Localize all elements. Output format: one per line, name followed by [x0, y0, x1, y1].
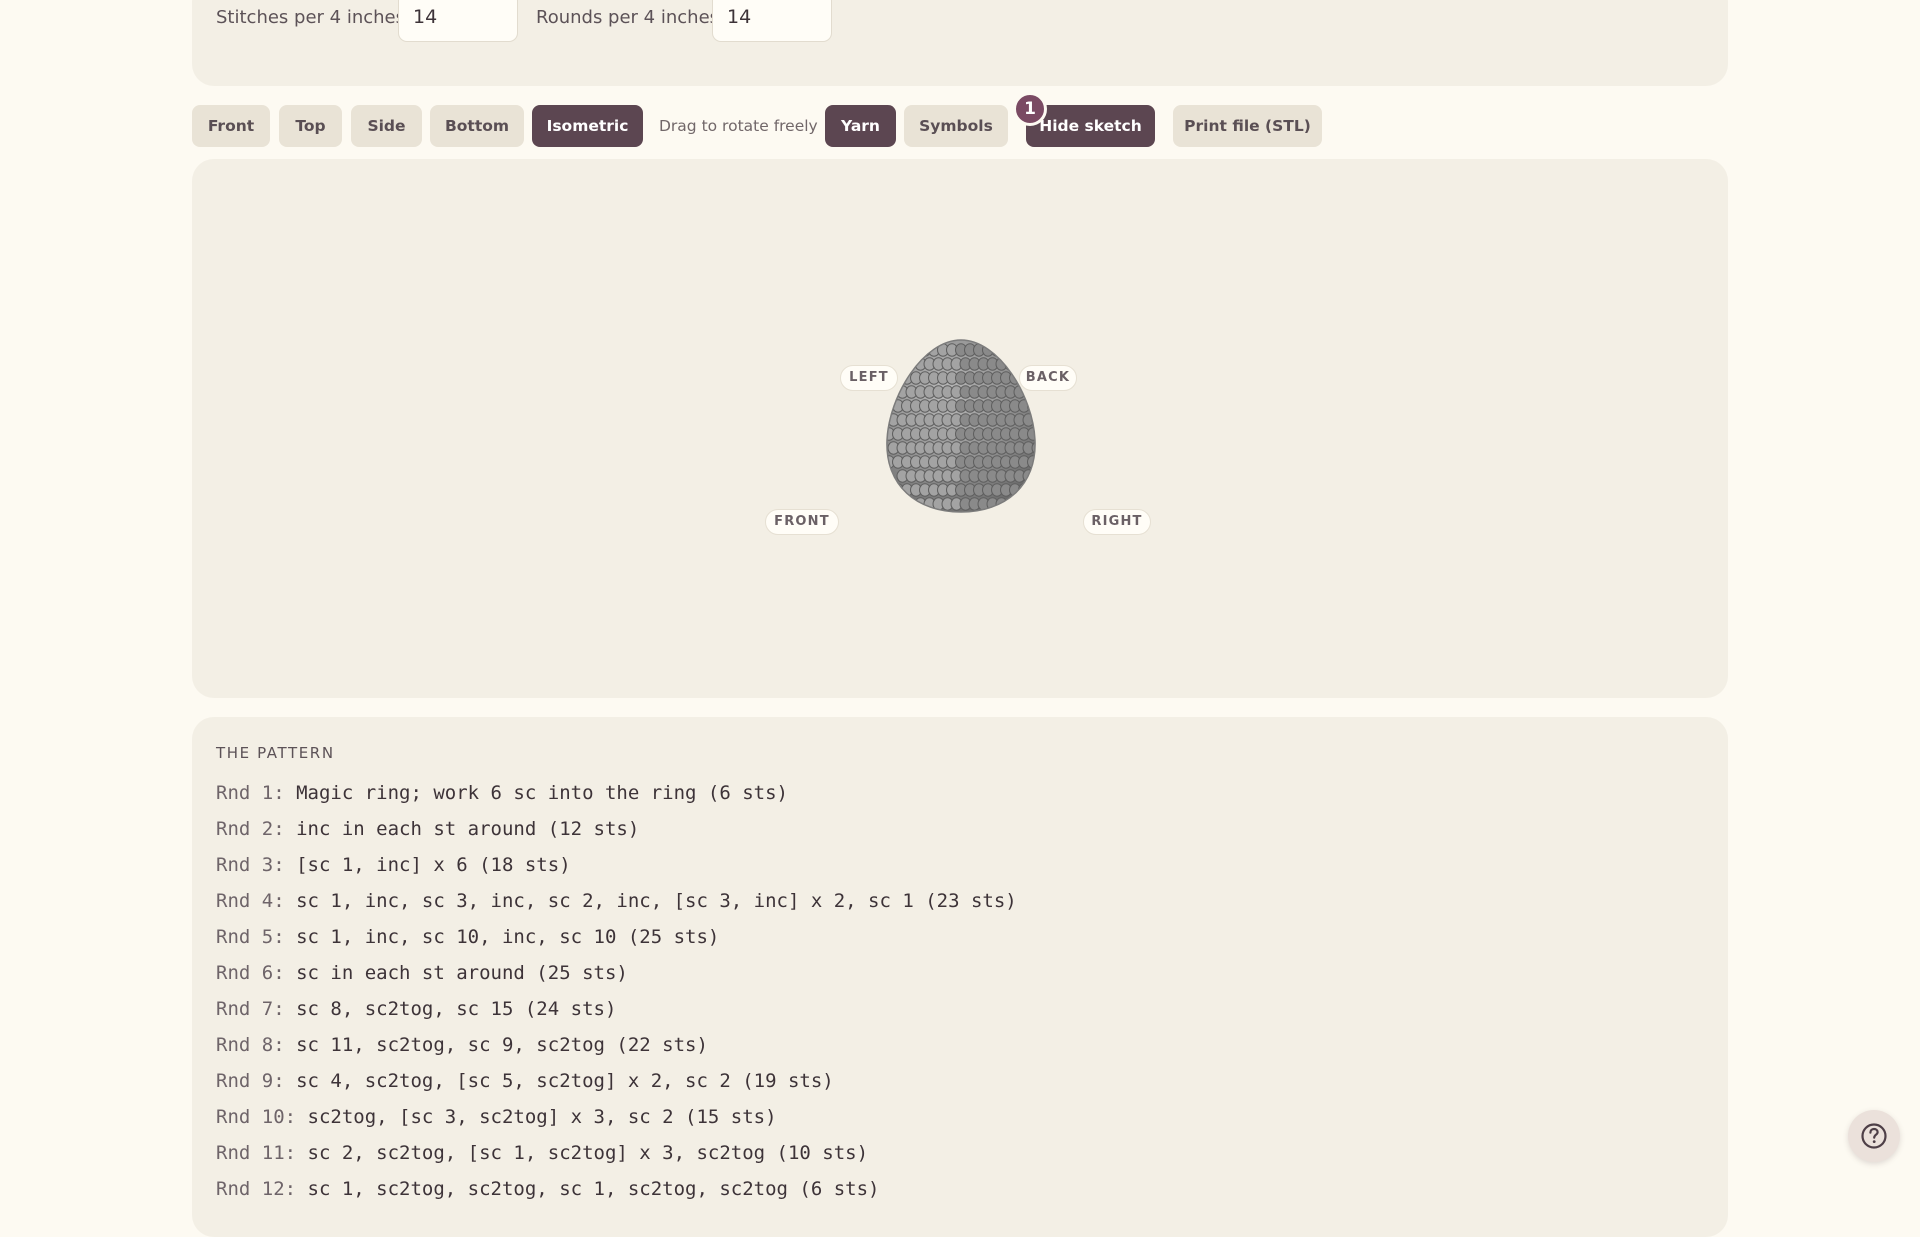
rounds-per-4in-label: Rounds per 4 inches [536, 7, 720, 28]
stitch-bump [995, 497, 1008, 511]
round-instruction: [sc 1, inc] x 6 (18 sts) [296, 854, 571, 876]
stitch-bump [995, 357, 1008, 371]
rounds-per-4in-input[interactable] [712, 0, 832, 42]
hide-sketch-count-badge: 1 [1013, 92, 1047, 126]
pattern-round-row: Rnd 11: sc 2, sc2tog, [sc 1, sc2tog] x 3… [216, 1139, 1017, 1175]
round-instruction: sc 2, sc2tog, [sc 1, sc2tog] x 3, sc2tog… [307, 1142, 869, 1164]
model-viewport[interactable]: LEFT BACK FRONT RIGHT [192, 159, 1728, 698]
round-label: Rnd 5: [216, 926, 285, 948]
round-instruction: sc 4, sc2tog, [sc 5, sc2tog] x 2, sc 2 (… [296, 1070, 834, 1092]
pattern-round-row: Rnd 9: sc 4, sc2tog, [sc 5, sc2tog] x 2,… [216, 1067, 1017, 1103]
pattern-round-row: Rnd 5: sc 1, inc, sc 10, inc, sc 10 (25 … [216, 923, 1017, 959]
stitches-per-4in-input[interactable] [398, 0, 518, 42]
symbols-toggle-button[interactable]: Symbols [904, 105, 1008, 147]
pattern-round-row: Rnd 3: [sc 1, inc] x 6 (18 sts) [216, 851, 1017, 887]
round-label: Rnd 8: [216, 1034, 285, 1056]
help-button[interactable] [1848, 1110, 1900, 1162]
stitch-bump [1018, 371, 1030, 385]
print-stl-button[interactable]: Print file (STL) [1173, 105, 1322, 147]
pattern-panel: THE PATTERN Rnd 1: Magic ring; work 6 sc… [192, 717, 1728, 1237]
pattern-round-row: Rnd 7: sc 8, sc2tog, sc 15 (24 sts) [216, 995, 1017, 1031]
round-instruction: sc 1, sc2tog, sc2tog, sc 1, sc2tog, sc2t… [307, 1178, 880, 1200]
stitch-bump [919, 343, 931, 357]
pattern-round-row: Rnd 8: sc 11, sc2tog, sc 9, sc2tog (22 s… [216, 1031, 1017, 1067]
round-instruction: sc 11, sc2tog, sc 9, sc2tog (22 sts) [296, 1034, 708, 1056]
pattern-round-row: Rnd 10: sc2tog, [sc 3, sc2tog] x 3, sc 2… [216, 1103, 1017, 1139]
pattern-round-row: Rnd 4: sc 1, inc, sc 3, inc, sc 2, inc, … [216, 887, 1017, 923]
stitch-bump [991, 343, 1003, 357]
rotate-hint: Drag to rotate freely [659, 117, 818, 135]
pattern-round-row: Rnd 6: sc in each st around (25 sts) [216, 959, 1017, 995]
stitch-bump [1018, 483, 1030, 497]
crochet-egg-model[interactable] [881, 336, 1041, 516]
round-label: Rnd 3: [216, 854, 285, 876]
pattern-round-row: Rnd 2: inc in each st around (12 sts) [216, 815, 1017, 851]
view-top-button[interactable]: Top [279, 105, 342, 147]
round-instruction: sc 1, inc, sc 10, inc, sc 10 (25 sts) [296, 926, 720, 948]
round-instruction: sc 1, inc, sc 3, inc, sc 2, inc, [sc 3, … [296, 890, 1017, 912]
pattern-rounds-list: Rnd 1: Magic ring; work 6 sc into the ri… [216, 779, 1017, 1211]
axis-label-right: RIGHT [1083, 509, 1151, 535]
round-label: Rnd 4: [216, 890, 285, 912]
round-instruction: sc2tog, [sc 3, sc2tog] x 3, sc 2 (15 sts… [307, 1106, 777, 1128]
stitch-bump [1013, 497, 1026, 511]
pattern-round-row: Rnd 12: sc 1, sc2tog, sc2tog, sc 1, sc2t… [216, 1175, 1017, 1211]
view-front-button[interactable]: Front [192, 105, 270, 147]
round-instruction: inc in each st around (12 sts) [296, 818, 640, 840]
stitch-bump [1027, 427, 1036, 441]
round-label: Rnd 10: [216, 1106, 297, 1128]
stitches-per-4in-label: Stitches per 4 inches [216, 7, 405, 28]
axis-label-front: FRONT [765, 509, 839, 535]
round-label: Rnd 11: [216, 1142, 297, 1164]
round-instruction: sc 8, sc2tog, sc 15 (24 sts) [296, 998, 617, 1020]
stitch-bump [892, 483, 904, 497]
stitch-bump [1004, 357, 1017, 371]
gauge-panel: Stitches per 4 inches Rounds per 4 inche… [192, 0, 1728, 86]
round-instruction: sc in each st around (25 sts) [296, 962, 628, 984]
round-label: Rnd 9: [216, 1070, 285, 1092]
view-side-button[interactable]: Side [351, 105, 422, 147]
view-isometric-button[interactable]: Isometric [532, 105, 643, 147]
round-label: Rnd 7: [216, 998, 285, 1020]
round-label: Rnd 2: [216, 818, 285, 840]
stitch-bump [1031, 441, 1036, 455]
pattern-heading: THE PATTERN [216, 744, 335, 762]
yarn-toggle-button[interactable]: Yarn [825, 105, 896, 147]
pattern-round-row: Rnd 1: Magic ring; work 6 sc into the ri… [216, 779, 1017, 815]
round-label: Rnd 1: [216, 782, 285, 804]
question-circle-icon [1861, 1123, 1887, 1149]
round-label: Rnd 6: [216, 962, 285, 984]
round-instruction: Magic ring; work 6 sc into the ring (6 s… [296, 782, 788, 804]
round-label: Rnd 12: [216, 1178, 297, 1200]
stitch-bump [892, 371, 904, 385]
view-bottom-button[interactable]: Bottom [430, 105, 524, 147]
